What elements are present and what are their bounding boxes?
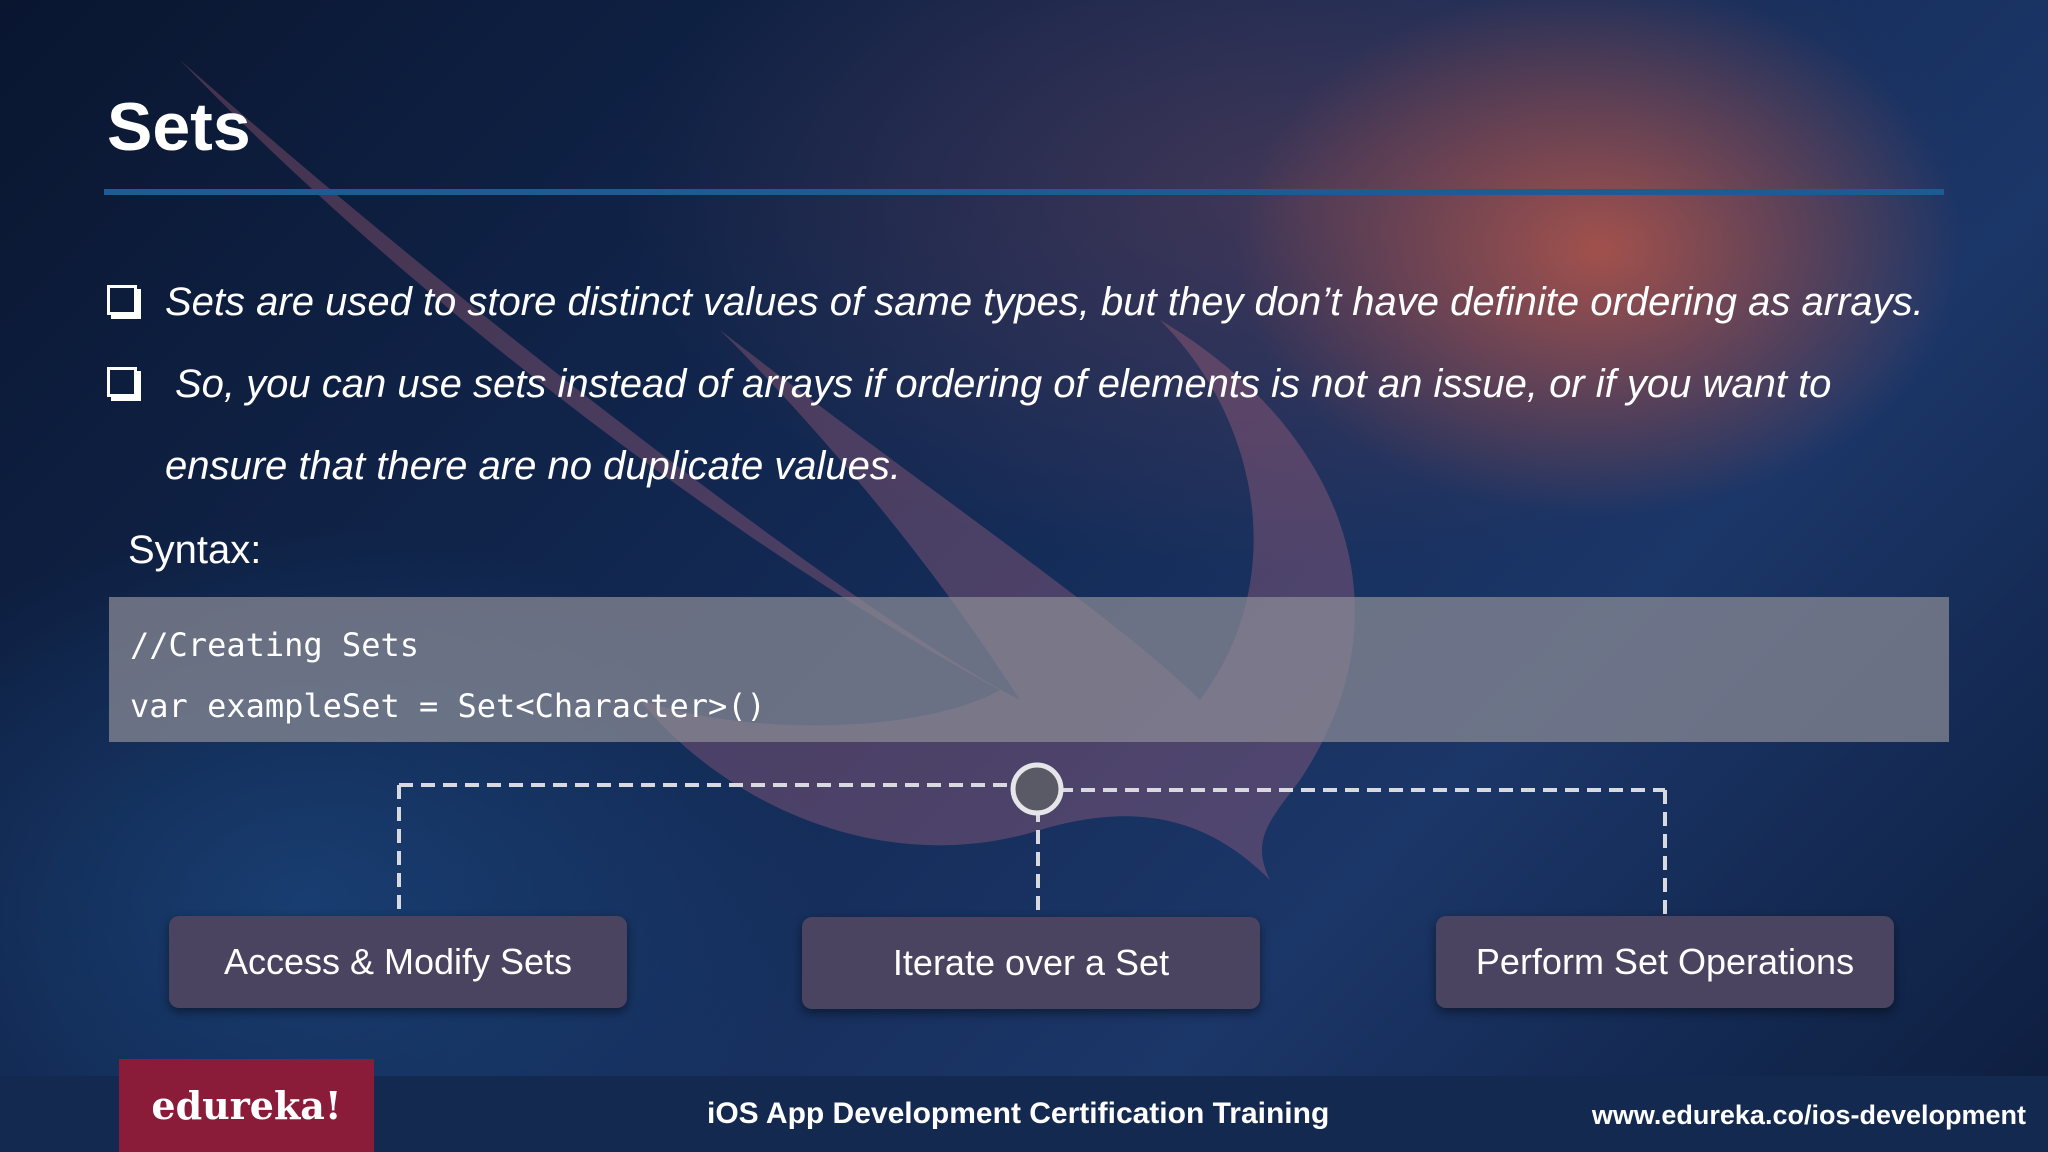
node-perform-set-operations[interactable]: Perform Set Operations bbox=[1436, 916, 1894, 1008]
footer-url[interactable]: www.edureka.co/ios-development bbox=[1592, 1100, 2026, 1131]
node-access-modify-sets[interactable]: Access & Modify Sets bbox=[169, 916, 627, 1008]
hub-circle bbox=[1010, 762, 1064, 816]
edureka-logo: edureka! bbox=[119, 1059, 374, 1152]
footer-course-title: iOS App Development Certification Traini… bbox=[707, 1097, 1330, 1130]
node-iterate-over-set[interactable]: Iterate over a Set bbox=[802, 917, 1260, 1009]
